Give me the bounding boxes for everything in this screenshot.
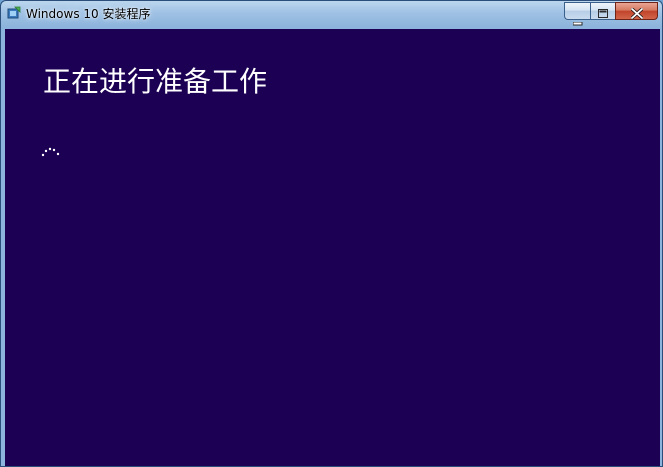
setup-window: Windows 10 安装程序 正在进行准备工作	[0, 0, 663, 467]
close-button[interactable]	[615, 2, 658, 20]
setup-app-icon[interactable]	[7, 6, 21, 20]
page-heading: 正在进行准备工作	[43, 65, 268, 98]
loading-spinner-icon	[41, 143, 65, 159]
window-title: Windows 10 安装程序	[26, 7, 151, 21]
caption-buttons	[564, 2, 658, 26]
minimize-button[interactable]	[564, 2, 590, 26]
title-bar[interactable]: Windows 10 安装程序	[1, 1, 662, 27]
setup-content-area: 正在进行准备工作	[5, 29, 660, 466]
maximize-button[interactable]	[590, 2, 615, 20]
maximize-icon	[598, 6, 609, 24]
close-icon	[630, 6, 644, 24]
